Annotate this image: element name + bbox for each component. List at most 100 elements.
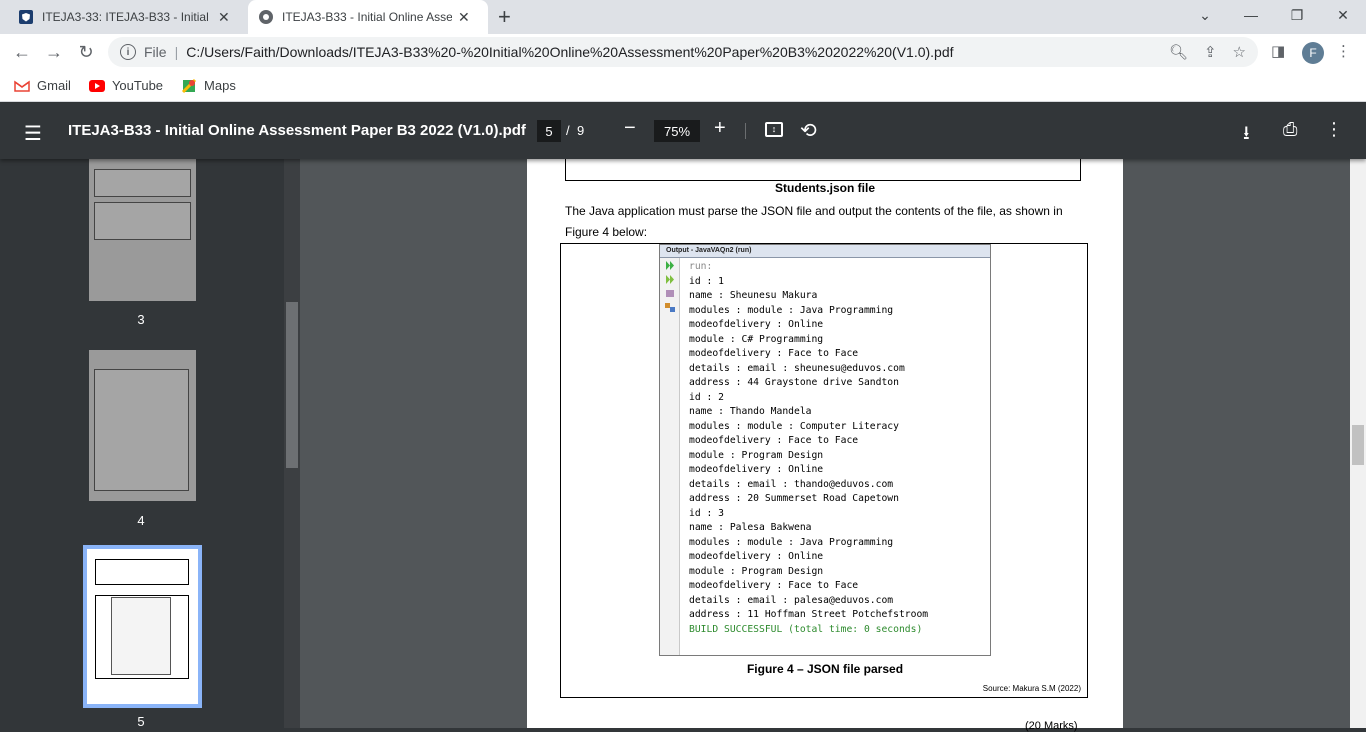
hamburger-menu-icon[interactable]: ☰	[24, 121, 42, 146]
output-window-title: Output - JavaVAQn2 (run)	[660, 245, 990, 258]
tab-strip: ITEJA3-33: ITEJA3-B33 - Initial On ✕ ITE…	[0, 0, 1366, 34]
output-line: modules : module : Java Programming	[689, 536, 894, 548]
close-icon[interactable]: ✕	[458, 9, 470, 26]
output-gutter	[660, 258, 680, 655]
bookmark-star-icon[interactable]: ☆	[1233, 43, 1246, 61]
zoom-input[interactable]: 75%	[654, 120, 700, 142]
output-line: address : 44 Graystone drive Sandton	[689, 377, 899, 388]
close-window-button[interactable]: ✕	[1320, 0, 1366, 30]
output-line: module : Program Design	[689, 565, 824, 577]
thumbnail-sidebar: 3 4 5	[0, 159, 300, 729]
zoom-out-button[interactable]: −	[624, 117, 636, 140]
rotate-icon[interactable]: ⟲	[800, 118, 817, 143]
reload-icon[interactable]: ↻	[74, 40, 98, 64]
thumbnail-page-3[interactable]	[89, 159, 196, 301]
output-line: BUILD SUCCESSFUL (total time: 0 seconds)	[689, 623, 923, 635]
output-line: name : Palesa Bakwena	[689, 522, 812, 533]
address-bar[interactable]: i File | C:/Users/Faith/Downloads/ITEJA3…	[108, 37, 1258, 67]
page-number-input[interactable]: 5	[537, 120, 561, 142]
output-line: id : 1	[689, 275, 724, 287]
thumbnail-page-4[interactable]	[89, 350, 196, 501]
pdf-viewer: Students.json file The Java application …	[300, 159, 1350, 728]
output-line: modules : module : Java Programming	[689, 304, 894, 316]
minimize-button[interactable]: —	[1228, 0, 1274, 30]
output-line: address : 20 Summerset Road Capetown	[689, 493, 899, 504]
globe-icon	[258, 9, 274, 25]
page-separator: /	[566, 123, 570, 138]
instruction-paragraph: The Java application must parse the JSON…	[565, 204, 1063, 239]
bookmark-label: YouTube	[111, 78, 164, 93]
side-panel-icon[interactable]: ◨	[1271, 42, 1285, 60]
output-lines: run: id : 1 name : Sheunesu Makura modules …	[689, 260, 928, 637]
forward-icon[interactable]: →	[42, 40, 66, 64]
document-title: ITEJA3-B33 - Initial Online Assessment P…	[68, 122, 526, 139]
browser-toolbar: ← → ↻ i File | C:/Users/Faith/Downloads/…	[0, 34, 1366, 70]
output-line: modeofdelivery : Online	[689, 319, 824, 330]
back-icon[interactable]: ←	[10, 40, 34, 64]
output-line: modeofdelivery : Online	[689, 464, 824, 475]
thumbnail-label: 3	[137, 312, 145, 327]
marks-label: (20 Marks)	[1025, 720, 1078, 732]
youtube-icon	[88, 78, 105, 94]
viewer-scroll-thumb[interactable]	[1352, 425, 1364, 465]
bookmark-youtube[interactable]: YouTube	[88, 78, 164, 94]
output-line: details : email : palesa@eduvos.com	[689, 594, 894, 606]
rerun-different-icon	[666, 275, 674, 284]
output-line: modeofdelivery : Face to Face	[689, 580, 859, 591]
thumbnail-label: 4	[137, 513, 145, 528]
shield-icon	[18, 9, 34, 25]
more-options-icon[interactable]: ⋮	[1325, 119, 1343, 140]
zoom-icon[interactable]: 🔍︎	[1169, 43, 1188, 61]
share-icon[interactable]: ⇪	[1204, 43, 1217, 61]
output-line: id : 2	[689, 391, 724, 403]
page-total: 9	[577, 123, 585, 138]
download-icon[interactable]: ⭳	[1243, 119, 1250, 151]
caption-students-json: Students.json file	[774, 181, 875, 195]
output-line: modeofdelivery : Online	[689, 551, 824, 562]
tab-moodle[interactable]: ITEJA3-33: ITEJA3-B33 - Initial On ✕	[8, 0, 246, 34]
output-line: run:	[689, 261, 713, 272]
new-tab-button[interactable]: +	[498, 4, 511, 30]
restore-button[interactable]: ❐	[1274, 0, 1320, 30]
bookmark-gmail[interactable]: Gmail	[14, 78, 71, 94]
avatar[interactable]: F	[1302, 42, 1324, 64]
figure-source: Source: Makura S.M (2022)	[982, 684, 1081, 693]
print-icon[interactable]: ⎙	[1283, 119, 1297, 140]
tab-search-icon[interactable]: ⌄	[1182, 0, 1228, 30]
info-icon[interactable]: i	[120, 44, 136, 60]
tab-title: ITEJA3-33: ITEJA3-B33 - Initial On	[42, 10, 212, 24]
fit-page-icon[interactable]: ↕	[765, 122, 783, 137]
rerun-icon	[666, 261, 674, 270]
output-line: id : 3	[689, 507, 724, 519]
output-line: modeofdelivery : Face to Face	[689, 435, 859, 446]
sidebar-scroll-thumb[interactable]	[286, 302, 298, 468]
security-label: File	[144, 44, 167, 60]
divider	[745, 123, 746, 139]
tab-pdf[interactable]: ITEJA3-B33 - Initial Online Assess ✕	[248, 0, 488, 34]
pdf-toolbar: ☰ ITEJA3-B33 - Initial Online Assessment…	[0, 103, 1366, 159]
figure-caption: Figure 4 – JSON file parsed	[746, 662, 904, 676]
settings-icon	[665, 303, 675, 312]
gmail-icon	[14, 78, 30, 94]
output-line: details : email : thando@eduvos.com	[689, 478, 894, 490]
pdf-page: Students.json file The Java application …	[527, 159, 1123, 728]
figure-box: Output - JavaVAQn2 (run) run: id : 1 name …	[560, 243, 1088, 698]
output-line: name : Sheunesu Makura	[689, 290, 818, 301]
tab-title: ITEJA3-B33 - Initial Online Assess	[282, 10, 452, 24]
bookmark-label: Maps	[204, 78, 236, 93]
output-line: details : email : sheunesu@eduvos.com	[689, 362, 905, 374]
bookmarks-bar: Gmail YouTube Maps	[0, 70, 1366, 102]
menu-dots-icon[interactable]: ⋮	[1336, 42, 1351, 60]
bookmark-maps[interactable]: Maps	[181, 78, 236, 94]
output-line: address : 11 Hoffman Street Potchefstroo…	[689, 609, 929, 620]
bookmark-label: Gmail	[37, 78, 71, 93]
json-code-box	[565, 159, 1081, 181]
output-line: modules : module : Computer Literacy	[689, 420, 899, 432]
close-icon[interactable]: ✕	[218, 9, 230, 26]
thumbnail-page-5[interactable]	[83, 545, 202, 708]
zoom-in-button[interactable]: +	[714, 117, 726, 140]
output-line: module : Program Design	[689, 449, 824, 461]
output-line: module : C# Programming	[689, 333, 824, 345]
output-window: Output - JavaVAQn2 (run) run: id : 1 name …	[659, 244, 991, 656]
stop-icon	[666, 290, 674, 297]
